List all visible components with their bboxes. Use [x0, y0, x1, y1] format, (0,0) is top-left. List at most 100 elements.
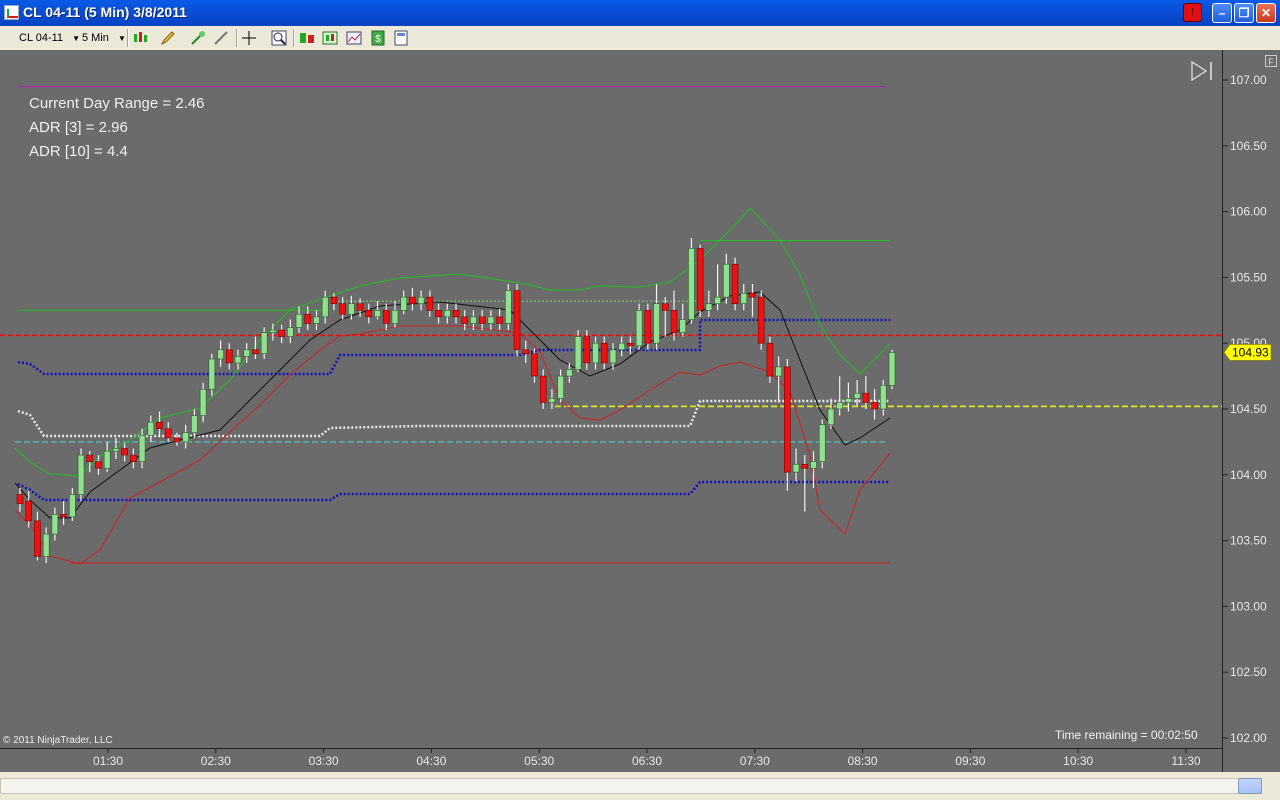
- f-toggle[interactable]: F: [1265, 55, 1277, 67]
- candle-up: [548, 398, 556, 403]
- horizontal-scrollbar[interactable]: [0, 772, 1280, 800]
- candle-down: [627, 342, 634, 347]
- candle-up: [723, 263, 730, 298]
- candle-down: [461, 316, 469, 324]
- candle-up: [321, 296, 329, 318]
- candle-down: [871, 402, 878, 410]
- candle-up: [443, 309, 451, 318]
- candle-up: [574, 336, 582, 370]
- candle-down: [757, 296, 765, 344]
- candle-up: [487, 316, 495, 324]
- candle-up: [566, 369, 573, 377]
- price-tick-label: 105.50: [1230, 270, 1267, 284]
- candle-down: [749, 292, 756, 298]
- price-tick-label: 107.00: [1230, 73, 1267, 87]
- candle-up: [287, 327, 294, 337]
- candle-up: [217, 349, 224, 360]
- price-tick-label: 103.50: [1230, 534, 1267, 548]
- candle-up: [688, 248, 695, 320]
- price-tick-label: 104.50: [1230, 402, 1267, 416]
- candle-down: [356, 303, 364, 311]
- candle-up: [313, 316, 320, 324]
- time-tick-label: 05:30: [524, 754, 554, 768]
- candle-up: [199, 388, 207, 416]
- candle-up: [260, 332, 268, 355]
- price-axis-ticks: 107.00106.50106.00105.50105.00104.50104.…: [1222, 73, 1267, 745]
- candle-up: [191, 415, 198, 433]
- jump-to-end-icon[interactable]: [1191, 60, 1212, 82]
- candle-up: [775, 366, 782, 377]
- candle-up: [557, 375, 564, 399]
- candle-down: [670, 309, 678, 333]
- candle-up: [269, 329, 277, 333]
- candle-down: [25, 500, 33, 522]
- candle-up: [374, 309, 381, 318]
- candle-up: [592, 342, 599, 364]
- candle-up: [77, 454, 85, 495]
- candle-down: [766, 342, 774, 377]
- candle-down: [452, 309, 460, 318]
- candle-up: [470, 316, 477, 324]
- candle-up: [138, 435, 146, 462]
- candle-up: [714, 296, 721, 305]
- candle-down: [696, 248, 704, 311]
- chart-window: CL 04-11 (5 Min) 3/8/2011 ! – ❐ ✕ CL 04-…: [0, 0, 1280, 800]
- price-chart: 107.00106.50106.00105.50105.00104.50104.…: [0, 60, 1272, 768]
- candle-up: [505, 290, 512, 324]
- candle-up: [69, 494, 76, 518]
- candle-up: [740, 292, 748, 305]
- candle-down: [435, 309, 442, 318]
- candle-up: [836, 402, 843, 410]
- time-tick-label: 11:30: [1171, 754, 1200, 768]
- copyright-text: © 2011 NinjaTrader, LLC: [3, 735, 113, 746]
- candle-down: [16, 494, 24, 505]
- candle-down: [513, 290, 521, 351]
- price-tick-label: 102.00: [1230, 731, 1267, 745]
- candle-up: [609, 349, 617, 364]
- candle-down: [34, 520, 41, 557]
- candle-down: [339, 303, 346, 315]
- price-tick-label: 103.00: [1230, 599, 1267, 613]
- candle-down: [531, 353, 538, 377]
- candle-down: [330, 296, 338, 305]
- candle-up: [888, 352, 896, 386]
- scrollbar-thumb[interactable]: [1238, 778, 1262, 794]
- candle-down: [156, 421, 163, 430]
- candle-down: [304, 313, 312, 324]
- candle-down: [225, 349, 233, 364]
- candle-up: [827, 408, 835, 426]
- candle-up: [853, 392, 861, 399]
- candle-up: [400, 296, 407, 311]
- candle-up: [243, 349, 251, 357]
- time-remaining-text: Time remaining = 00:02:50: [1055, 728, 1198, 742]
- candle-up: [208, 358, 216, 390]
- candle-down: [539, 375, 547, 403]
- price-tick-label: 106.00: [1230, 205, 1267, 219]
- candle-up: [234, 356, 242, 364]
- candle-up: [679, 319, 687, 333]
- candle-up: [653, 303, 660, 344]
- last-price-marker: 104.93: [1223, 344, 1272, 361]
- candle-down: [278, 329, 285, 337]
- candle-up: [618, 342, 625, 351]
- candle-down: [173, 437, 181, 443]
- indicator-lines: [0, 85, 1222, 565]
- candle-down: [862, 392, 870, 403]
- adr10-label: ADR [10] = 4.4: [29, 143, 128, 160]
- candle-down: [365, 309, 373, 318]
- candle-up: [348, 303, 355, 315]
- time-tick-label: 02:30: [201, 754, 231, 768]
- candle-down: [426, 296, 434, 311]
- candle-down: [583, 336, 591, 364]
- candle-down: [121, 448, 128, 456]
- candle-down: [496, 316, 503, 324]
- candle-down: [382, 309, 390, 324]
- candle-down: [60, 513, 67, 518]
- price-tick-label: 102.50: [1230, 665, 1267, 679]
- candle-down: [164, 428, 172, 439]
- candle-up: [182, 432, 189, 443]
- current-day-range-label: Current Day Range = 2.46: [29, 95, 205, 112]
- candle-up: [51, 513, 59, 535]
- candle-down: [522, 349, 530, 355]
- scrollbar-track[interactable]: [0, 778, 1262, 794]
